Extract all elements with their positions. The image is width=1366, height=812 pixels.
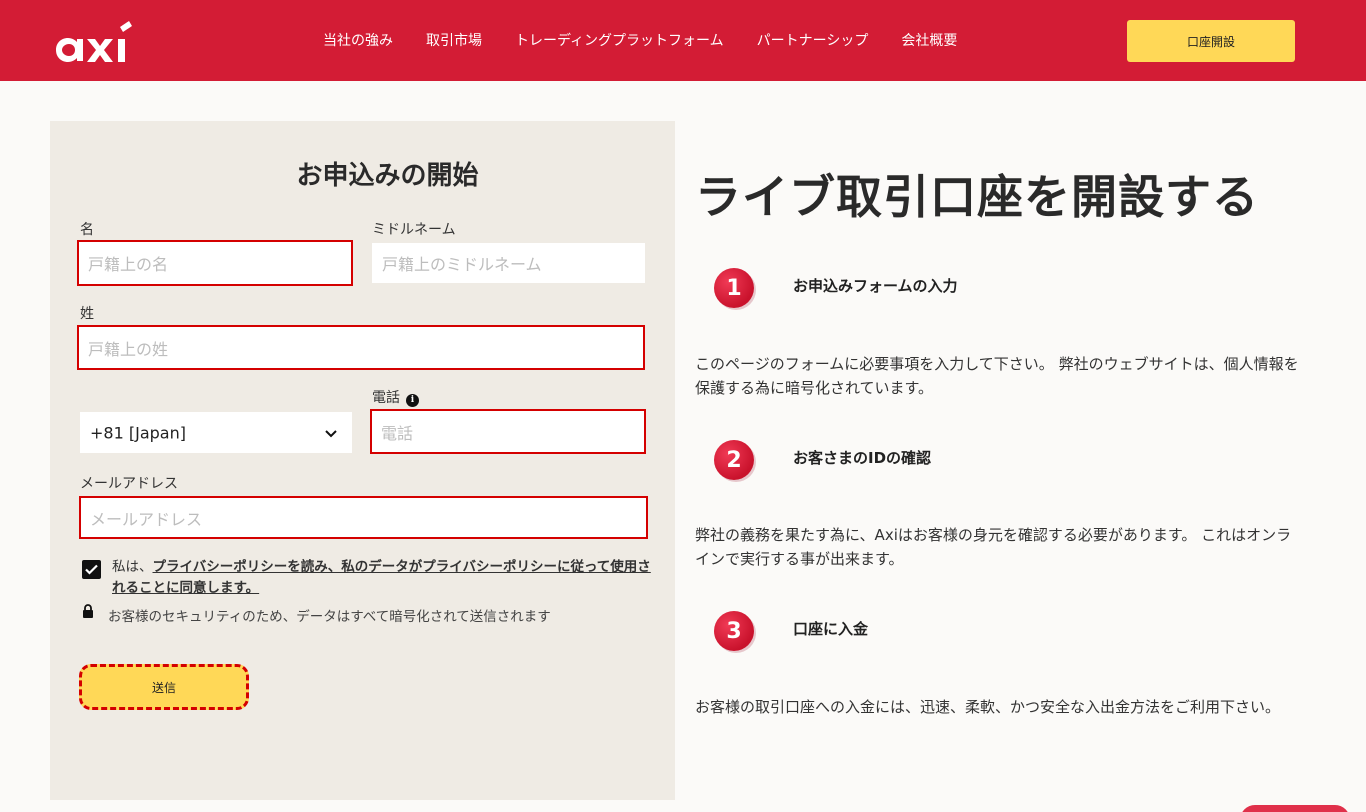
- last-name-placeholder: 戸籍上の姓: [88, 339, 169, 359]
- phone-placeholder: 電話: [381, 423, 414, 443]
- page-heading: ライブ取引口座を開設する: [695, 170, 1259, 224]
- middle-name-label: ミドルネーム: [372, 222, 456, 238]
- chat-widget-button[interactable]: [1240, 805, 1350, 812]
- email-input[interactable]: メールアドレス: [79, 496, 648, 539]
- form-title: お申込みの開始: [296, 161, 479, 191]
- step-1-text: このページのフォームに必要事項を入力して下さい。 弊社のウェブサイトは、個人情報…: [695, 355, 1299, 397]
- step-3-text: お客様の取引口座への入金には、迅速、柔軟、かつ安全な入出金方法をご利用下さい。: [695, 698, 1281, 716]
- email-label: メールアドレス: [80, 476, 178, 492]
- last-name-input[interactable]: 戸籍上の姓: [77, 325, 645, 370]
- main-nav: 当社の強み 取引市場 トレーディングプラットフォーム パートナーシップ 会社概要: [323, 30, 957, 52]
- step-3-title: 口座に入金: [793, 620, 869, 638]
- checkmark-icon: [85, 564, 98, 575]
- step-2-text: 弊社の義務を果たす為に、Axiはお客様の身元を確認する必要があります。 これはオ…: [695, 526, 1292, 568]
- country-code-value: +81 [Japan]: [90, 423, 186, 442]
- open-account-button[interactable]: 口座開設: [1127, 20, 1295, 62]
- phone-input[interactable]: 電話: [370, 409, 646, 454]
- step-1-badge: 1: [714, 268, 754, 308]
- first-name-input[interactable]: 戸籍上の名: [77, 240, 353, 286]
- nav-about[interactable]: 会社概要: [901, 30, 957, 52]
- consent-prefix: 私は、: [112, 559, 153, 575]
- nav-markets[interactable]: 取引市場: [426, 30, 482, 52]
- first-name-label: 名: [80, 222, 94, 238]
- middle-name-input[interactable]: 戸籍上のミドルネーム: [372, 243, 645, 283]
- nav-strengths[interactable]: 当社の強み: [323, 30, 393, 52]
- step-1-title: お申込みフォームの入力: [793, 277, 958, 295]
- nav-partnership[interactable]: パートナーシップ: [757, 30, 869, 52]
- first-name-placeholder: 戸籍上の名: [88, 255, 169, 274]
- step-3-badge: 3: [714, 611, 754, 651]
- consent-checkbox[interactable]: [82, 560, 101, 579]
- axi-logo[interactable]: [54, 16, 140, 64]
- security-note: お客様のセキュリティのため、データはすべて暗号化されて送信されます: [108, 609, 551, 625]
- email-placeholder: メールアドレス: [90, 509, 203, 529]
- middle-name-placeholder: 戸籍上のミドルネーム: [382, 255, 542, 274]
- step-2-title: お客さまのIDの確認: [793, 449, 932, 467]
- submit-button[interactable]: 送信: [79, 664, 249, 710]
- country-code-select[interactable]: +81 [Japan]: [80, 412, 352, 453]
- nav-platforms[interactable]: トレーディングプラットフォーム: [515, 30, 724, 52]
- phone-label: 電話: [372, 390, 400, 406]
- info-icon[interactable]: i: [406, 394, 419, 407]
- chevron-down-icon: [325, 429, 337, 437]
- lock-icon: [83, 604, 93, 618]
- top-header: 当社の強み 取引市場 トレーディングプラットフォーム パートナーシップ 会社概要…: [0, 0, 1366, 81]
- consent-text: 私は、プライバシーポリシーを読み、私のデータがプライバシーポリシーに従って使用さ…: [112, 557, 652, 599]
- step-2-badge: 2: [714, 440, 754, 480]
- last-name-label: 姓: [80, 306, 94, 322]
- privacy-policy-link[interactable]: プライバシーポリシーを読み、私のデータがプライバシーポリシーに従って使用されるこ…: [112, 559, 651, 596]
- phone-label-row: 電話 i: [372, 389, 419, 407]
